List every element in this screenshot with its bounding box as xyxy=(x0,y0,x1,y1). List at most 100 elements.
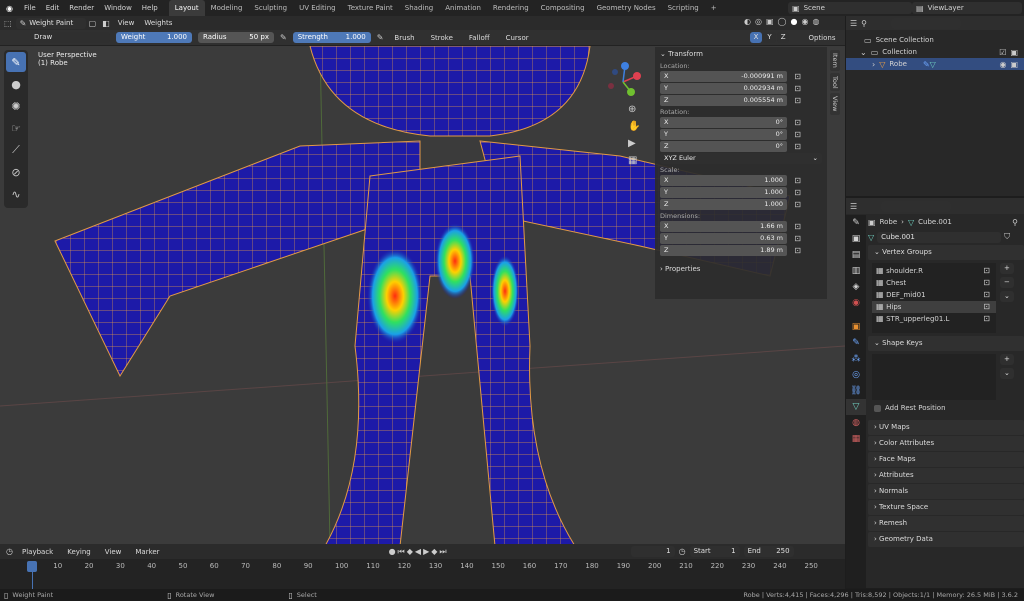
vertex-group-item[interactable]: ▦ Hips ⊡ xyxy=(872,301,996,313)
object-tab-icon[interactable]: ▣ xyxy=(846,319,866,335)
lock-icon[interactable]: ⊡ xyxy=(983,277,990,289)
strength-slider[interactable]: Strength 1.000 xyxy=(292,32,371,43)
tab-rendering[interactable]: Rendering xyxy=(487,0,535,16)
lock-icon[interactable]: ⊡ xyxy=(794,221,801,232)
location-x-field[interactable]: X -0.000991 m ⊡ xyxy=(660,71,801,82)
play-reverse-icon[interactable]: ◀ xyxy=(415,547,421,556)
vertex-groups-list[interactable]: ▦ shoulder.R ⊡ ▦ Chest ⊡ ▦ DEF_mid01 ⊡ ▦ Hips ⊡… xyxy=(872,263,996,333)
menu-render[interactable]: Render xyxy=(64,0,99,16)
remove-vertex-group-button[interactable]: − xyxy=(1000,277,1014,288)
radius-slider[interactable]: Radius 50 px xyxy=(198,32,274,43)
lock-icon[interactable]: ⊡ xyxy=(794,129,801,140)
output-tab-icon[interactable]: ▤ xyxy=(846,247,866,263)
symmetry-y-toggle[interactable]: Y xyxy=(763,32,776,43)
world-tab-icon[interactable]: ◉ xyxy=(846,295,866,311)
particles-tab-icon[interactable]: ⁂ xyxy=(846,351,866,367)
physics-tab-icon[interactable]: ◎ xyxy=(846,367,866,383)
add-shape-key-button[interactable]: + xyxy=(1000,354,1014,365)
blur-brush-icon[interactable]: ● xyxy=(6,74,26,94)
lock-icon[interactable]: ⊡ xyxy=(983,289,990,301)
visibility-icon[interactable]: ◐ xyxy=(742,17,753,26)
sidebar-tab-tool[interactable]: Tool xyxy=(830,72,840,92)
navigation-gizmo[interactable] xyxy=(603,62,643,102)
frame-ruler[interactable]: 1102030405060708090100110120130140150160… xyxy=(22,562,822,572)
outliner-editor-icon[interactable]: ☰ xyxy=(850,19,857,28)
shape-keys-header[interactable]: ⌄ Shape Keys xyxy=(868,336,1024,351)
lock-icon[interactable]: ⊡ xyxy=(794,71,801,82)
marker-menu[interactable]: Marker xyxy=(130,548,164,556)
options-menu[interactable]: Options xyxy=(803,34,840,42)
annotate-icon[interactable]: ∿ xyxy=(6,184,26,204)
tab-scripting[interactable]: Scripting xyxy=(662,0,705,16)
scene-selector[interactable]: ▣ Scene xyxy=(788,2,912,14)
tool-tab-icon[interactable]: ✎ xyxy=(846,215,866,231)
material-tab-icon[interactable]: ◍ xyxy=(846,415,866,431)
lock-icon[interactable]: ⊡ xyxy=(794,187,801,198)
tab-shading[interactable]: Shading xyxy=(399,0,439,16)
shape-keys-list[interactable] xyxy=(872,354,996,400)
start-frame-input[interactable]: Start 1 xyxy=(689,546,740,557)
panel-face-maps[interactable]: › Face Maps xyxy=(868,452,1024,467)
cursor-menu[interactable]: Cursor xyxy=(501,34,534,42)
location-y-field[interactable]: Y 0.002934 m ⊡ xyxy=(660,83,801,94)
properties-header[interactable]: › Properties xyxy=(655,262,827,276)
menu-edit[interactable]: Edit xyxy=(41,0,65,16)
camera-icon[interactable]: ▶ xyxy=(628,138,640,149)
dimensions-x-field[interactable]: X 1.66 m ⊡ xyxy=(660,221,801,232)
material-shading-icon[interactable]: ◉ xyxy=(799,17,810,26)
panel-attributes[interactable]: › Attributes xyxy=(868,468,1024,483)
vertex-select-icon[interactable]: ◧ xyxy=(99,19,113,28)
dimensions-y-field[interactable]: Y 0.63 m ⊡ xyxy=(660,233,801,244)
constraints-tab-icon[interactable]: ⛓ xyxy=(846,383,866,399)
mesh-name-input[interactable]: Cube.001 xyxy=(877,231,1002,243)
pin-icon[interactable]: ⚲ xyxy=(1012,218,1018,227)
viewlayer-selector[interactable]: ▤ ViewLayer xyxy=(912,2,1022,14)
render-tab-icon[interactable]: ▣ xyxy=(846,231,866,247)
draw-brush-icon[interactable]: ✎ xyxy=(6,52,26,72)
mode-selector[interactable]: ✎ Weight Paint xyxy=(15,17,86,29)
filter-icon[interactable]: ⚲ xyxy=(861,19,867,28)
transform-header[interactable]: ⌄ Transform xyxy=(655,47,827,61)
data-tab-icon[interactable]: ▽ xyxy=(846,399,866,415)
properties-editor-icon[interactable]: ☰ xyxy=(850,202,857,211)
tab-uv-editing[interactable]: UV Editing xyxy=(293,0,342,16)
timeline-view-menu[interactable]: View xyxy=(100,548,127,556)
checkbox-icon[interactable]: ☑ xyxy=(999,48,1006,57)
preview-range-icon[interactable]: ◷ xyxy=(679,547,686,556)
sidebar-tab-item[interactable]: Item xyxy=(830,50,840,71)
robe-row[interactable]: › ▽ Robe ✎ ▽ ◉ ▣ xyxy=(846,58,1024,70)
mask-toggle-icon[interactable]: ▢ xyxy=(86,19,100,28)
vertex-group-item[interactable]: ▦ DEF_mid01 ⊡ xyxy=(872,289,996,301)
panel-texture-space[interactable]: › Texture Space xyxy=(868,500,1024,515)
jump-start-icon[interactable]: ⏮ xyxy=(398,547,405,557)
smear-brush-icon[interactable]: ☞ xyxy=(6,118,26,138)
lock-icon[interactable]: ⊡ xyxy=(794,117,801,128)
add-vertex-group-button[interactable]: + xyxy=(1000,263,1014,274)
gradient-tool-icon[interactable]: ⟋ xyxy=(6,140,26,160)
editor-type-icon[interactable]: ⬚ xyxy=(0,19,16,28)
camera-restrict-icon[interactable]: ▣ xyxy=(1010,60,1018,69)
checkbox[interactable] xyxy=(874,404,881,412)
strength-pressure-icon[interactable]: ✎ xyxy=(377,33,384,42)
view-layer-tab-icon[interactable]: ▥ xyxy=(846,263,866,279)
stroke-menu[interactable]: Stroke xyxy=(426,34,458,42)
rotation-y-field[interactable]: Y 0° ⊡ xyxy=(660,129,801,140)
overlay-icon[interactable]: ◎ xyxy=(753,17,764,26)
end-frame-input[interactable]: End 250 xyxy=(743,546,794,557)
add-workspace-button[interactable]: + xyxy=(705,0,723,16)
sidebar-tab-view[interactable]: View xyxy=(830,93,840,115)
scene-tab-icon[interactable]: ◈ xyxy=(846,279,866,295)
menu-help[interactable]: Help xyxy=(137,0,163,16)
scene-collection-row[interactable]: ▭ Scene Collection xyxy=(846,34,1024,46)
weights-menu[interactable]: Weights xyxy=(139,19,177,27)
blender-logo-icon[interactable]: ◉ xyxy=(0,4,19,13)
scale-y-field[interactable]: Y 1.000 ⊡ xyxy=(660,187,801,198)
dimensions-z-field[interactable]: Z 1.89 m ⊡ xyxy=(660,245,801,256)
scale-x-field[interactable]: X 1.000 ⊡ xyxy=(660,175,801,186)
menu-file[interactable]: File xyxy=(19,0,41,16)
lock-icon[interactable]: ⊡ xyxy=(983,313,990,325)
xray-icon[interactable]: ▣ xyxy=(764,17,776,26)
menu-window[interactable]: Window xyxy=(99,0,137,16)
tab-texture-paint[interactable]: Texture Paint xyxy=(342,0,399,16)
outliner-search-input[interactable] xyxy=(891,17,962,29)
